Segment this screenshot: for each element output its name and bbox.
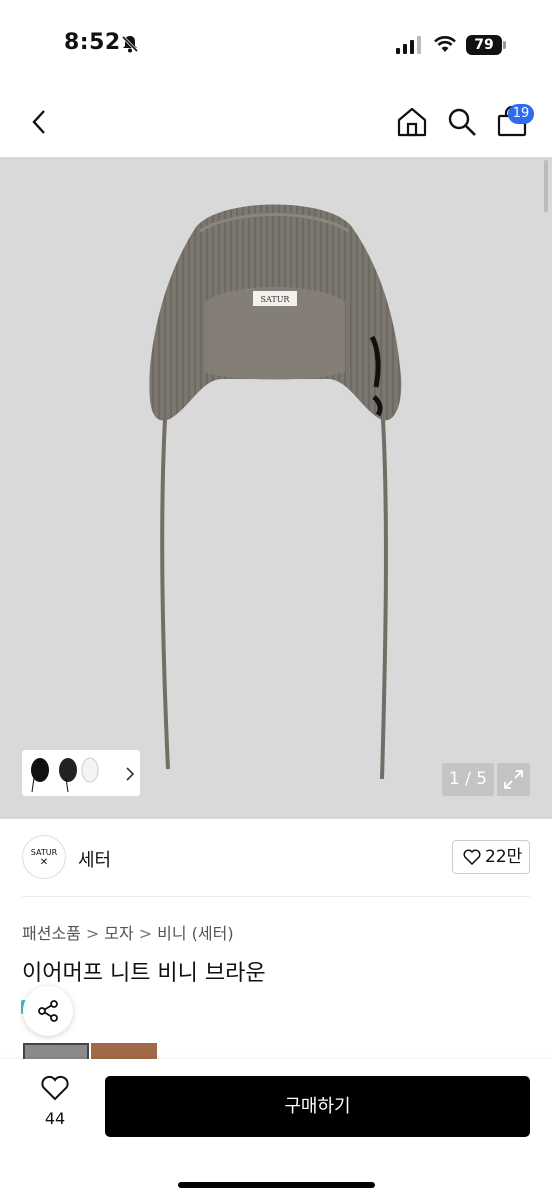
heart-outline-icon bbox=[41, 1075, 69, 1101]
brand-row: SATUR ✕ 세터 22만 bbox=[0, 832, 552, 892]
brand-like-count: 22만 bbox=[485, 847, 523, 867]
wishlist-count: 44 bbox=[44, 1109, 66, 1128]
battery-indicator: 79 bbox=[466, 35, 502, 55]
expand-icon bbox=[504, 770, 523, 789]
search-icon[interactable] bbox=[446, 106, 478, 138]
brand-logo-mark: ✕ bbox=[39, 857, 49, 868]
buy-button[interactable]: 구매하기 bbox=[105, 1076, 530, 1137]
status-bar: 8:52 79 bbox=[0, 0, 552, 90]
heart-outline-icon bbox=[463, 849, 481, 865]
chevron-right-icon[interactable] bbox=[124, 765, 136, 783]
brand-logo[interactable]: SATUR ✕ bbox=[22, 835, 66, 879]
breadcrumb-item[interactable]: 비니 (세터) bbox=[157, 924, 233, 943]
battery-tip bbox=[503, 41, 506, 49]
cart-count-badge: 19 bbox=[508, 104, 534, 124]
breadcrumb-item[interactable]: 패션소품 bbox=[22, 924, 81, 943]
beanie-illustration: SATUR bbox=[149, 204, 402, 780]
home-icon[interactable] bbox=[396, 106, 428, 138]
hat-label-text: SATUR bbox=[261, 295, 291, 304]
product-title: 이어머프 니트 비니 브라운 bbox=[22, 961, 266, 986]
top-nav bbox=[0, 96, 552, 152]
bell-muted-icon bbox=[121, 35, 139, 53]
brand-name[interactable]: 세터 bbox=[78, 846, 111, 872]
thumbnail-images bbox=[31, 757, 99, 793]
thumbnail-strip[interactable] bbox=[22, 750, 140, 796]
product-image[interactable]: SATUR bbox=[0, 157, 552, 819]
expand-button[interactable] bbox=[497, 763, 530, 796]
breadcrumb-item[interactable]: 모자 bbox=[104, 924, 133, 943]
brand-like-button[interactable]: 22만 bbox=[452, 840, 530, 874]
breadcrumb-separator: > bbox=[138, 924, 153, 943]
signal-icon bbox=[396, 36, 421, 54]
wishlist-button[interactable]: 44 bbox=[30, 1075, 80, 1128]
wifi-icon bbox=[434, 36, 456, 52]
back-arrow-icon[interactable] bbox=[24, 106, 56, 138]
share-button[interactable] bbox=[23, 986, 73, 1036]
status-time: 8:52 bbox=[64, 30, 121, 55]
breadcrumb-separator: > bbox=[85, 924, 100, 943]
section-divider bbox=[22, 896, 530, 897]
image-counter: 1 / 5 bbox=[442, 763, 494, 796]
breadcrumb: 패션소품 > 모자 > 비니 (세터) bbox=[22, 920, 234, 944]
home-indicator bbox=[178, 1182, 375, 1188]
page-scrollbar[interactable] bbox=[544, 160, 548, 212]
share-icon bbox=[38, 1000, 58, 1022]
